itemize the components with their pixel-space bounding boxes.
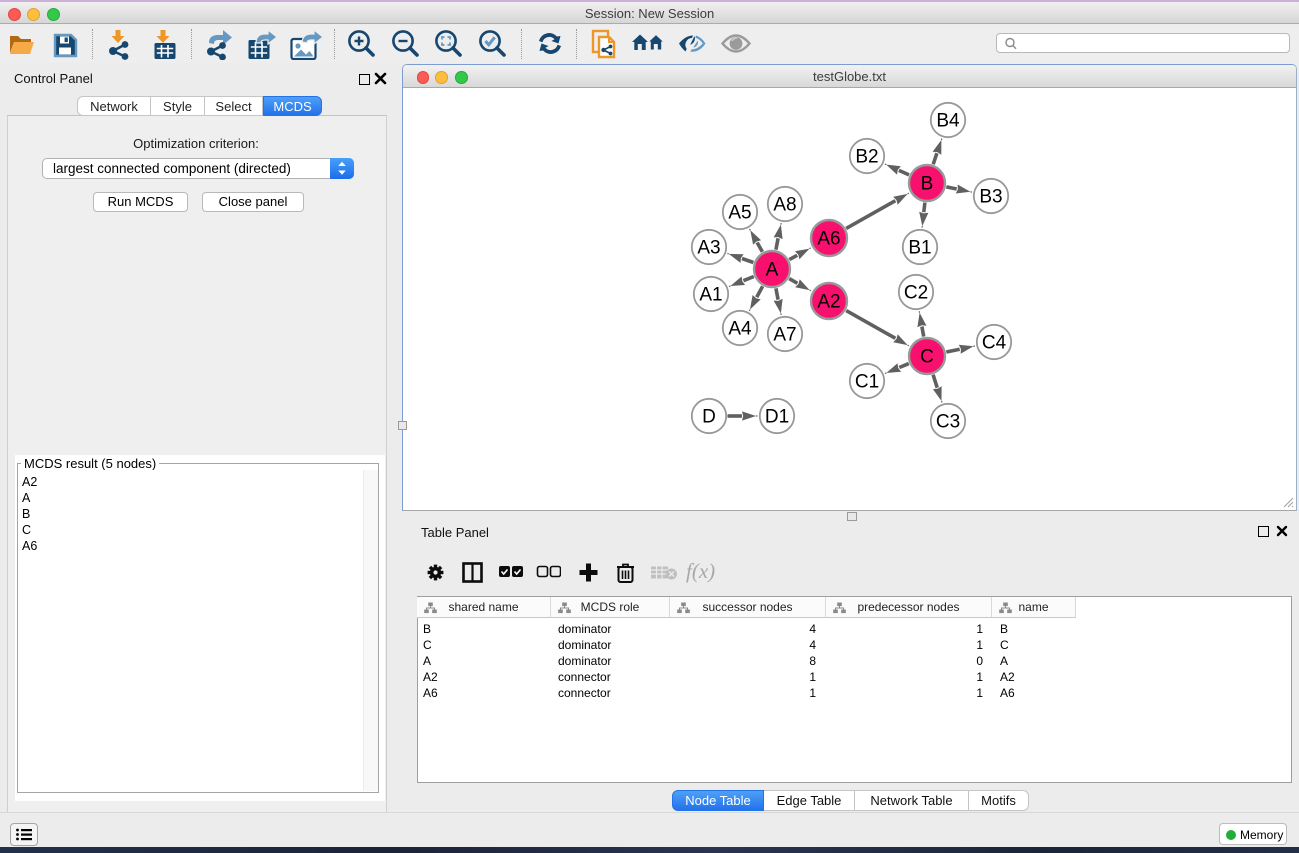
svg-text:A7: A7 <box>773 325 796 346</box>
svg-text:C2: C2 <box>904 283 928 304</box>
svg-text:B4: B4 <box>936 111 960 132</box>
svg-text:B: B <box>921 174 934 195</box>
svg-text:A1: A1 <box>699 285 722 306</box>
svg-text:B1: B1 <box>908 238 931 259</box>
svg-text:C: C <box>920 347 934 368</box>
svg-text:B3: B3 <box>979 187 1002 208</box>
svg-text:A6: A6 <box>817 229 840 250</box>
svg-text:A: A <box>766 260 779 281</box>
svg-text:A4: A4 <box>728 319 752 340</box>
svg-text:B2: B2 <box>855 147 878 168</box>
svg-text:A3: A3 <box>697 238 720 259</box>
svg-text:D: D <box>702 407 716 428</box>
svg-text:C4: C4 <box>982 333 1007 354</box>
svg-text:D1: D1 <box>765 407 789 428</box>
svg-text:C3: C3 <box>936 412 960 433</box>
svg-text:A8: A8 <box>773 195 796 216</box>
svg-text:A5: A5 <box>728 203 751 224</box>
svg-text:A2: A2 <box>817 292 840 313</box>
svg-text:C1: C1 <box>855 372 879 393</box>
